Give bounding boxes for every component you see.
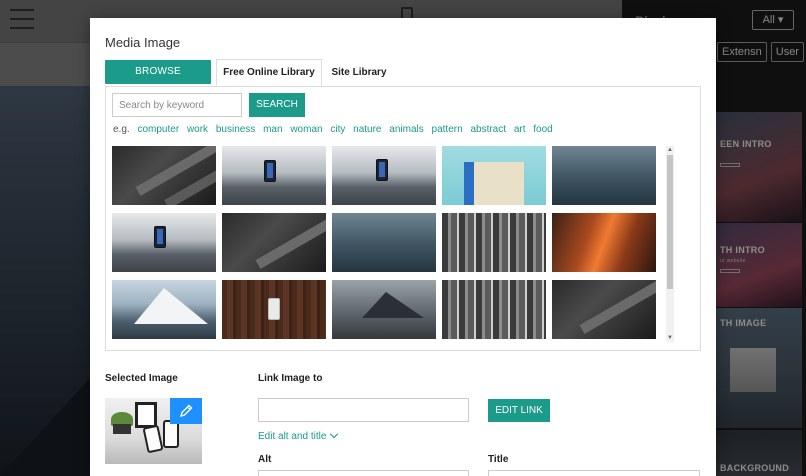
image-phone-on-rocks[interactable] <box>222 146 326 205</box>
keyword-link[interactable]: man <box>263 124 282 135</box>
image-concrete-beams-2[interactable] <box>222 213 326 272</box>
edit-image-button[interactable] <box>170 398 202 424</box>
pencil-icon <box>179 404 193 418</box>
title-label: Title <box>488 454 509 465</box>
keyword-link[interactable]: nature <box>353 124 381 135</box>
alt-text-input[interactable] <box>258 470 469 476</box>
tab-site-library[interactable]: Site Library <box>325 59 393 86</box>
preview-frame-shape <box>135 402 157 428</box>
tab-free-online-library[interactable]: Free Online Library <box>216 59 322 86</box>
image-city-traffic[interactable] <box>552 146 656 205</box>
edit-alt-title-toggle[interactable]: Edit alt and title <box>258 429 339 442</box>
preview-phone-shape <box>142 424 164 454</box>
chevron-down-icon <box>330 429 339 439</box>
image-building-sky[interactable] <box>442 146 546 205</box>
keyword-suggestions: e.g. computer work business man woman ci… <box>113 124 553 135</box>
image-grid <box>112 146 660 342</box>
preview-phone-shape <box>163 420 179 448</box>
keyword-link[interactable]: art <box>514 124 526 135</box>
search-input[interactable] <box>112 93 242 117</box>
image-forest-trees[interactable] <box>442 213 546 272</box>
keyword-link[interactable]: computer <box>137 124 179 135</box>
dialog-title: Media Image <box>105 35 181 50</box>
image-snowy-mountain[interactable] <box>112 280 216 339</box>
image-canyon[interactable] <box>552 213 656 272</box>
keyword-link[interactable]: business <box>216 124 255 135</box>
search-button[interactable]: SEARCH <box>249 93 305 117</box>
keyword-link[interactable]: food <box>533 124 552 135</box>
image-concrete-beams[interactable] <box>112 146 216 205</box>
link-url-input[interactable] <box>258 398 469 422</box>
library-panel: SEARCH e.g. computer work business man w… <box>105 86 701 351</box>
scrollbar-thumb[interactable] <box>667 155 673 289</box>
keyword-link[interactable]: animals <box>389 124 423 135</box>
edit-alt-title-label: Edit alt and title <box>258 431 327 442</box>
preview-pot-shape <box>113 424 131 434</box>
image-grid-scrollbar[interactable]: ▲ ▼ <box>666 146 674 342</box>
edit-link-button[interactable]: EDIT LINK <box>488 399 550 422</box>
suggestions-prefix: e.g. <box>113 124 130 135</box>
image-mountain-peak[interactable] <box>332 280 436 339</box>
selected-image-label: Selected Image <box>105 373 178 384</box>
image-phone-on-rocks-2[interactable] <box>332 146 436 205</box>
scroll-down-icon[interactable]: ▼ <box>666 334 674 342</box>
keyword-link[interactable]: woman <box>290 124 322 135</box>
image-concrete-beams-3[interactable] <box>552 280 656 339</box>
keyword-link[interactable]: city <box>330 124 345 135</box>
keyword-link[interactable]: work <box>187 124 208 135</box>
title-input[interactable] <box>488 470 700 476</box>
image-forest-trees-2[interactable] <box>442 280 546 339</box>
image-phone-on-rocks-3[interactable] <box>112 213 216 272</box>
image-city-traffic-2[interactable] <box>332 213 436 272</box>
keyword-link[interactable]: abstract <box>470 124 506 135</box>
browse-computer-button[interactable]: BROWSE COMPUTER <box>105 60 211 101</box>
scroll-up-icon[interactable]: ▲ <box>666 146 674 154</box>
media-image-dialog: Media Image BROWSE COMPUTER Free Online … <box>90 18 716 476</box>
image-phone-on-wood[interactable] <box>222 280 326 339</box>
link-image-label: Link Image to <box>258 373 323 384</box>
keyword-link[interactable]: pattern <box>432 124 463 135</box>
alt-label: Alt <box>258 454 272 465</box>
